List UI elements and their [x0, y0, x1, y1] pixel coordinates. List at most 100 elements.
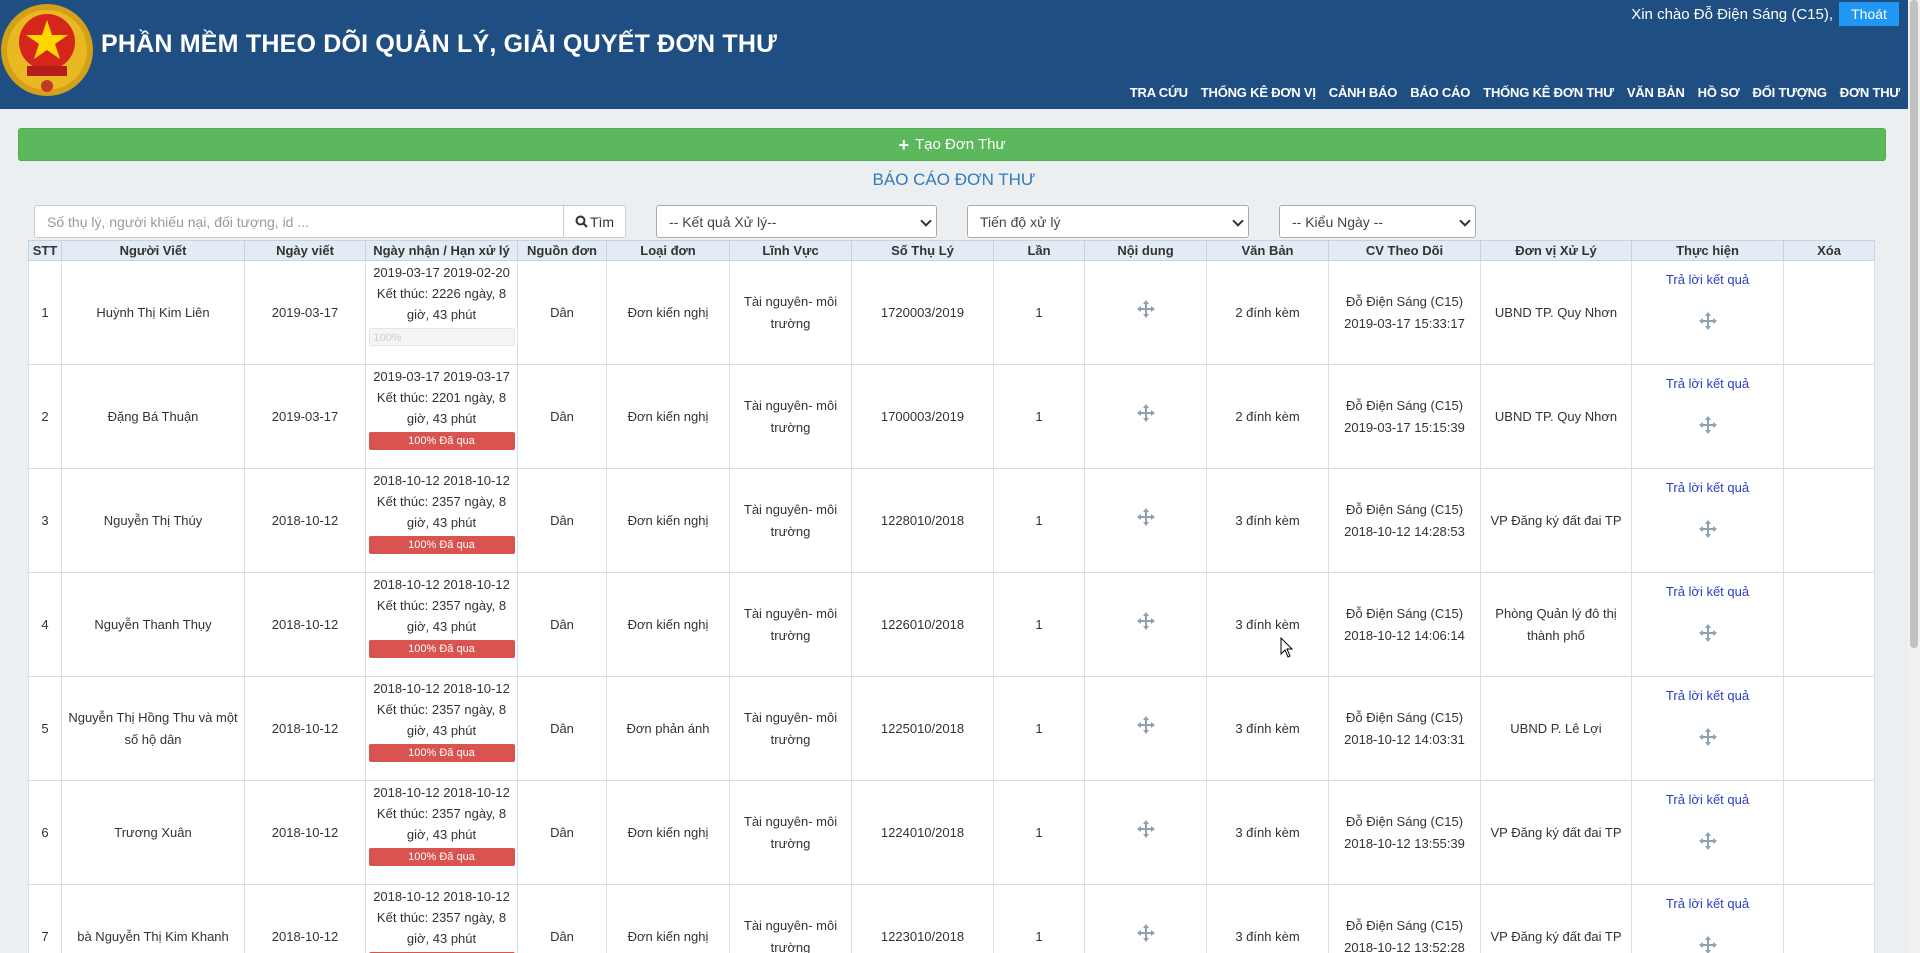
reply-result-link[interactable]: Trả lời kết quả [1636, 477, 1779, 499]
cell-field: Tài nguyên- môi trường [729, 780, 852, 885]
cell-writer: bà Nguyễn Thị Kim Khanh [61, 884, 245, 953]
received-dates: 2018-10-12 2018-10-12 [373, 681, 510, 696]
move-icon[interactable] [1698, 623, 1718, 643]
cell-content [1084, 572, 1207, 677]
cv-name: Đỗ Điện Sáng (C15) [1345, 605, 1464, 621]
end-time: Kết thúc: 2357 ngày, 8 giờ, 43 phút [376, 702, 507, 738]
cell-type: Đơn phản ánh [606, 676, 730, 781]
column-header: Loại đơn [606, 240, 730, 261]
table-row[interactable]: 4 Nguyễn Thanh Thụy 2018-10-12 2018-10-12 2… [28, 572, 1875, 677]
cell-cv: Đỗ Điện Sáng (C15) 2018-10-12 14:06:14 [1328, 572, 1481, 677]
cell-documents: 3 đính kèm [1206, 676, 1329, 781]
received-dates: 2018-10-12 2018-10-12 [373, 473, 510, 488]
move-icon[interactable] [1136, 923, 1156, 943]
cell-unit: VP Đăng ký đất đai TP [1480, 780, 1632, 885]
column-header: Người Viết [61, 240, 245, 261]
reply-result-link[interactable]: Trả lời kết quả [1636, 373, 1779, 395]
table-row[interactable]: 5 Nguyễn Thị Hồng Thu và một số hộ dân 201… [28, 676, 1875, 781]
move-icon[interactable] [1136, 299, 1156, 319]
end-time: Kết thúc: 2357 ngày, 8 giờ, 43 phút [376, 494, 507, 530]
cell-delete[interactable] [1783, 884, 1875, 953]
cell-date: 2019-03-17 [244, 364, 366, 469]
move-icon[interactable] [1136, 403, 1156, 423]
nav-don-thu[interactable]: ĐƠN THƯ [1840, 85, 1900, 100]
move-icon[interactable] [1136, 715, 1156, 735]
move-icon[interactable] [1698, 935, 1718, 953]
cell-delete[interactable] [1783, 780, 1875, 885]
nav-tra-cuu[interactable]: TRA CỨU [1130, 85, 1188, 100]
cell-cv: Đỗ Điện Sáng (C15) 2018-10-12 13:52:28 [1328, 884, 1481, 953]
cell-delete[interactable] [1783, 364, 1875, 469]
create-petition-label: Tạo Đơn Thư [915, 136, 1006, 153]
nav-van-ban[interactable]: VĂN BẢN [1627, 85, 1685, 100]
result-select[interactable]: -- Kết quả Xử lý-- [656, 205, 937, 238]
column-header: Ngày viết [244, 240, 366, 261]
cell-times: 1 [993, 468, 1085, 573]
plus-icon: + [898, 134, 910, 155]
cell-cv: Đỗ Điện Sáng (C15) 2018-10-12 14:03:31 [1328, 676, 1481, 781]
move-icon[interactable] [1698, 311, 1718, 331]
cell-type: Đơn kiến nghị [606, 572, 730, 677]
cell-unit: UBND TP. Quy Nhơn [1480, 260, 1632, 365]
cell-source: Dân [517, 780, 607, 885]
search-input[interactable] [34, 205, 564, 238]
date-type-select[interactable]: -- Kiểu Ngày -- [1279, 205, 1476, 238]
logout-button[interactable]: Thoát [1839, 2, 1899, 26]
cv-name: Đỗ Điện Sáng (C15) [1345, 397, 1464, 413]
cell-case-number: 1225010/2018 [851, 676, 994, 781]
cell-documents: 3 đính kèm [1206, 884, 1329, 953]
move-icon[interactable] [1698, 831, 1718, 851]
column-header: Thực hiện [1631, 240, 1784, 261]
cell-case-number: 1720003/2019 [851, 260, 994, 365]
nav-ho-so[interactable]: HỒ SƠ [1698, 85, 1740, 100]
cell-date: 2018-10-12 [244, 884, 366, 953]
progress-select-value: Tiến độ xử lý [980, 213, 1061, 230]
move-icon[interactable] [1698, 415, 1718, 435]
cell-documents: 3 đính kèm [1206, 780, 1329, 885]
cell-delete[interactable] [1783, 676, 1875, 781]
table-row[interactable]: 2 Đặng Bá Thuận 2019-03-17 2019-03-17 2019-… [28, 364, 1875, 469]
cv-time: 2018-10-12 14:28:53 [1344, 523, 1465, 539]
move-icon[interactable] [1136, 507, 1156, 527]
scrollbar-thumb[interactable] [1910, 0, 1918, 648]
nav-doi-tuong[interactable]: ĐỐI TƯỢNG [1753, 85, 1827, 100]
cell-content [1084, 676, 1207, 781]
nav-canh-bao[interactable]: CẢNH BÁO [1329, 85, 1398, 100]
table-row[interactable]: 1 Huỳnh Thị Kim Liên 2019-03-17 2019-03-17 … [28, 260, 1875, 365]
create-petition-button[interactable]: + Tạo Đơn Thư [18, 128, 1886, 161]
search-button[interactable]: Tìm [563, 205, 626, 238]
cell-delete[interactable] [1783, 572, 1875, 677]
table-row[interactable]: 6 Trương Xuân 2018-10-12 2018-10-12 2018-10… [28, 780, 1875, 885]
move-icon[interactable] [1698, 519, 1718, 539]
page-scrollbar[interactable] [1908, 0, 1920, 953]
cell-delete[interactable] [1783, 468, 1875, 573]
move-icon[interactable] [1136, 819, 1156, 839]
cell-stt: 2 [28, 364, 62, 469]
reply-result-link[interactable]: Trả lời kết quả [1636, 269, 1779, 291]
nav-bao-cao[interactable]: BÁO CÁO [1410, 85, 1470, 100]
received-dates: 2018-10-12 2018-10-12 [373, 785, 510, 800]
move-icon[interactable] [1136, 611, 1156, 631]
cell-source: Dân [517, 260, 607, 365]
column-header: Văn Bản [1206, 240, 1329, 261]
cell-writer: Nguyễn Thị Hồng Thu và một số hộ dân [61, 676, 245, 781]
main-nav: TRA CỨU THỐNG KÊ ĐƠN VỊ CẢNH BÁO BÁO CÁO… [1117, 85, 1900, 100]
move-icon[interactable] [1698, 727, 1718, 747]
reply-result-link[interactable]: Trả lời kết quả [1636, 893, 1779, 915]
reply-result-link[interactable]: Trả lời kết quả [1636, 685, 1779, 707]
cell-source: Dân [517, 884, 607, 953]
column-header: Lần [993, 240, 1085, 261]
end-time: Kết thúc: 2357 ngày, 8 giờ, 43 phút [376, 598, 507, 634]
app-header: PHẦN MỀM THEO DÕI QUẢN LÝ, GIẢI QUYẾT ĐƠ… [0, 0, 1908, 109]
cell-documents: 3 đính kèm [1206, 572, 1329, 677]
reply-result-link[interactable]: Trả lời kết quả [1636, 581, 1779, 603]
cv-time: 2018-10-12 14:06:14 [1344, 627, 1465, 643]
table-row[interactable]: 7 bà Nguyễn Thị Kim Khanh 2018-10-12 2018-1… [28, 884, 1875, 953]
reply-result-link[interactable]: Trả lời kết quả [1636, 789, 1779, 811]
table-row[interactable]: 3 Nguyễn Thị Thúy 2018-10-12 2018-10-12 201… [28, 468, 1875, 573]
cv-name: Đỗ Điện Sáng (C15) [1345, 917, 1464, 933]
nav-thong-ke-don-vi[interactable]: THỐNG KÊ ĐƠN VỊ [1201, 85, 1316, 100]
progress-select[interactable]: Tiến độ xử lý [967, 205, 1249, 238]
cell-delete[interactable] [1783, 260, 1875, 365]
nav-thong-ke-don-thu[interactable]: THỐNG KÊ ĐƠN THƯ [1483, 85, 1614, 100]
